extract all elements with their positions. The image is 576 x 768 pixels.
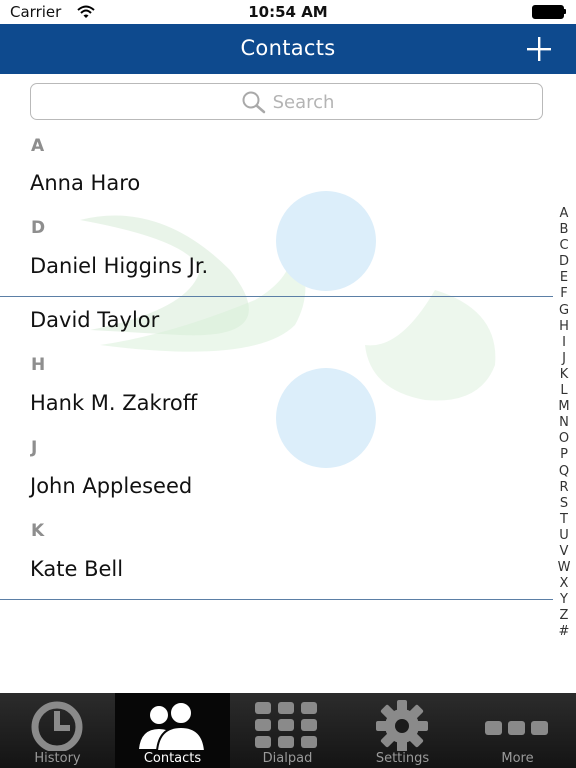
index-letter[interactable]: S bbox=[554, 496, 574, 512]
row-divider bbox=[0, 599, 553, 600]
contact-row-kate-bell[interactable]: Kate Bell bbox=[30, 557, 123, 581]
tab-bar: History Contacts Dialpad Settings More bbox=[0, 693, 576, 768]
index-letter[interactable]: Y bbox=[554, 592, 574, 608]
index-letter[interactable]: # bbox=[554, 624, 574, 640]
contact-row-daniel-higgins[interactable]: Daniel Higgins Jr. bbox=[30, 254, 208, 278]
tab-contacts[interactable]: Contacts bbox=[115, 693, 230, 768]
tab-history-label: History bbox=[34, 751, 81, 766]
page-title: Contacts bbox=[240, 36, 336, 60]
row-divider bbox=[0, 296, 553, 297]
index-letter[interactable]: C bbox=[554, 238, 574, 254]
section-index[interactable]: A B C D E F G H I J K L M N O P Q R S T U V W X Y Z # bbox=[554, 206, 574, 641]
contact-row-anna-haro[interactable]: Anna Haro bbox=[30, 171, 140, 195]
people-icon bbox=[139, 701, 207, 751]
contact-row-david-taylor[interactable]: David Taylor bbox=[30, 308, 159, 332]
plus-icon bbox=[527, 37, 551, 61]
index-letter[interactable]: A bbox=[554, 206, 574, 222]
section-header-j: J bbox=[31, 438, 38, 458]
status-time: 10:54 AM bbox=[248, 3, 328, 21]
tab-settings-label: Settings bbox=[375, 751, 430, 766]
tab-more-label: More bbox=[501, 751, 534, 766]
tab-settings[interactable]: Settings bbox=[345, 693, 460, 768]
index-letter[interactable]: J bbox=[554, 351, 574, 367]
index-letter[interactable]: V bbox=[554, 544, 574, 560]
index-letter[interactable]: W bbox=[554, 560, 574, 576]
index-letter[interactable]: M bbox=[554, 399, 574, 415]
tab-dialpad-label: Dialpad bbox=[262, 751, 313, 766]
index-letter[interactable]: R bbox=[554, 480, 574, 496]
more-icon bbox=[485, 721, 548, 735]
index-letter[interactable]: L bbox=[554, 383, 574, 399]
section-header-h: H bbox=[31, 355, 46, 375]
section-header-d: D bbox=[31, 218, 46, 238]
search-input[interactable]: Search bbox=[30, 83, 543, 120]
nav-bar: Contacts bbox=[0, 24, 576, 74]
search-icon bbox=[242, 91, 265, 114]
tab-dialpad[interactable]: Dialpad bbox=[230, 693, 345, 768]
contact-list: A Anna Haro D Daniel Higgins Jr. David T… bbox=[0, 124, 556, 684]
index-letter[interactable]: B bbox=[554, 222, 574, 238]
index-letter[interactable]: O bbox=[554, 431, 574, 447]
dialpad-icon bbox=[255, 702, 317, 748]
index-letter[interactable]: H bbox=[554, 319, 574, 335]
tab-history[interactable]: History bbox=[0, 693, 115, 768]
clock-icon bbox=[31, 701, 83, 751]
index-letter[interactable]: F bbox=[554, 286, 574, 302]
index-letter[interactable]: Q bbox=[554, 464, 574, 480]
index-letter[interactable]: X bbox=[554, 576, 574, 592]
index-letter[interactable]: D bbox=[554, 254, 574, 270]
index-letter[interactable]: U bbox=[554, 528, 574, 544]
contact-row-hank-zakroff[interactable]: Hank M. Zakroff bbox=[30, 391, 197, 415]
tab-contacts-label: Contacts bbox=[143, 751, 202, 766]
contact-row-john-appleseed[interactable]: John Appleseed bbox=[30, 474, 192, 498]
index-letter[interactable]: I bbox=[554, 335, 574, 351]
index-letter[interactable]: Z bbox=[554, 608, 574, 624]
search-placeholder: Search bbox=[272, 91, 335, 113]
tab-more[interactable]: More bbox=[460, 693, 575, 768]
index-letter[interactable]: N bbox=[554, 415, 574, 431]
index-letter[interactable]: T bbox=[554, 512, 574, 528]
index-letter[interactable]: G bbox=[554, 303, 574, 319]
battery-icon bbox=[532, 5, 566, 19]
index-letter[interactable]: P bbox=[554, 447, 574, 463]
index-letter[interactable]: E bbox=[554, 270, 574, 286]
status-bar: Carrier 10:54 AM bbox=[0, 0, 576, 24]
section-header-a: A bbox=[31, 136, 45, 156]
gear-icon bbox=[376, 700, 428, 751]
add-contact-button[interactable] bbox=[524, 34, 554, 64]
index-letter[interactable]: K bbox=[554, 367, 574, 383]
section-header-k: K bbox=[31, 521, 45, 541]
